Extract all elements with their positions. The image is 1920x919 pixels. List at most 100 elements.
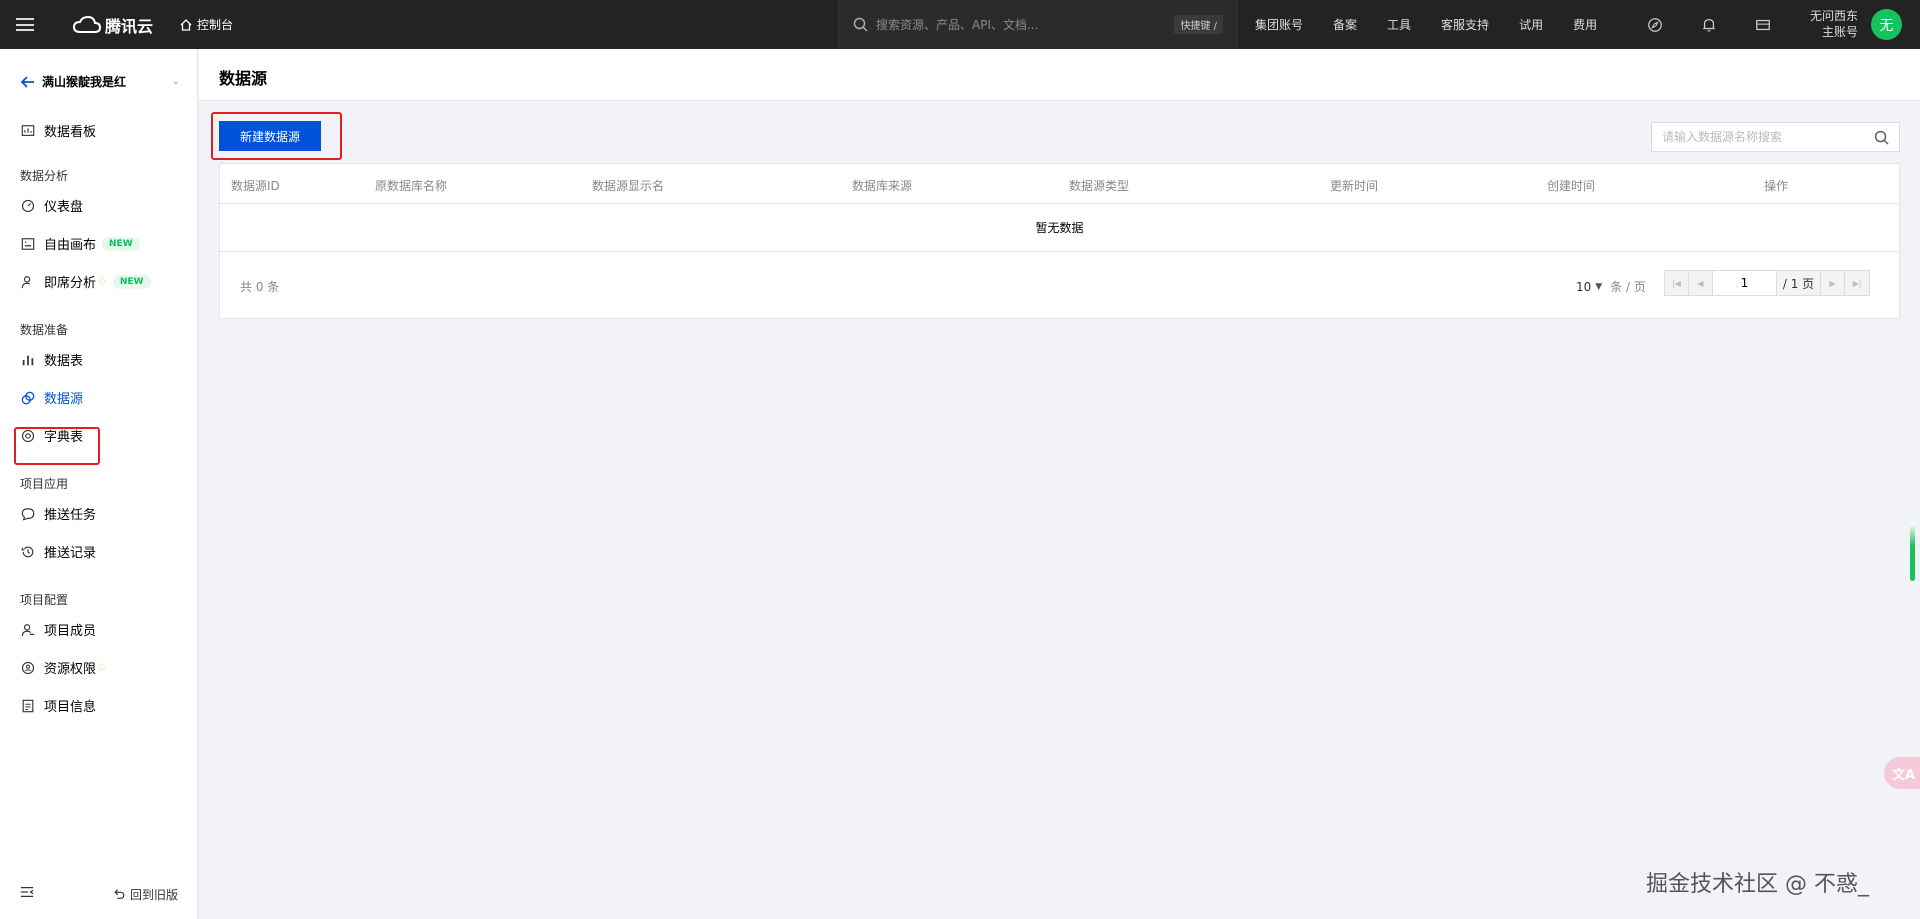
document-icon	[20, 698, 36, 714]
translate-float-button[interactable]: 文A	[1884, 757, 1920, 789]
col-type: 数据源类型	[1069, 179, 1130, 193]
user-name: 无问西东	[1809, 9, 1858, 23]
compass-icon[interactable]	[1646, 16, 1664, 34]
diamond-icon: ♢	[97, 661, 107, 674]
history-icon	[20, 544, 36, 560]
board-icon	[20, 123, 36, 139]
last-page-icon[interactable]: ▶|	[1845, 271, 1869, 295]
shortcut-badge: 快捷键 /	[1174, 15, 1223, 34]
col-id: 数据源ID	[231, 179, 280, 193]
total-count: 共 0 条	[240, 280, 280, 294]
avatar[interactable]: 无	[1871, 9, 1902, 40]
sidebar-item-push-task[interactable]: 推送任务	[20, 504, 96, 523]
group-analysis: 数据分析	[20, 169, 69, 183]
sidebar-item-dict[interactable]: 字典表	[20, 426, 83, 445]
link-trial[interactable]: 试用	[1519, 16, 1543, 33]
home-icon	[180, 18, 192, 31]
back-old-label: 回到旧版	[129, 887, 178, 902]
dictionary-icon	[20, 428, 36, 444]
col-created: 创建时间	[1547, 179, 1596, 193]
user-role: 主账号	[1821, 25, 1858, 39]
sidebar-item-info[interactable]: 项目信息	[20, 696, 96, 715]
table-header: 数据源ID 原数据库名称 数据源显示名 数据库来源 数据源类型 更新时间 创建时…	[220, 164, 1899, 204]
diamond-icon: ♢	[97, 275, 107, 288]
total-pages: / 1 页	[1777, 271, 1821, 295]
pagination: |◀ ◀ / 1 页 ▶ ▶|	[1664, 270, 1870, 296]
sidebar-item-label: 数据源	[44, 392, 84, 407]
collapse-icon[interactable]	[20, 885, 34, 903]
link-filing[interactable]: 备案	[1333, 16, 1357, 33]
page-title: 数据源	[219, 69, 268, 88]
member-icon	[20, 622, 36, 638]
datasource-search-input[interactable]	[1662, 130, 1874, 144]
sidebar-item-members[interactable]: 项目成员	[20, 620, 96, 639]
page-size-value: 10	[1576, 279, 1592, 294]
sidebar-item-adhoc[interactable]: 即席分析 ♢ NEW	[20, 272, 151, 291]
new-badge: NEW	[112, 274, 151, 289]
scroll-indicator[interactable]	[1910, 523, 1915, 581]
project-selector[interactable]: 满山猴靛我是红 ⌄	[20, 73, 180, 90]
sidebar-footer: 回到旧版	[0, 869, 198, 919]
sidebar-item-datasource[interactable]: 数据源	[20, 388, 83, 407]
first-page-icon[interactable]: |◀	[1665, 271, 1689, 295]
global-search-placeholder: 搜索资源、产品、API、文档...	[876, 18, 1039, 32]
sidebar-item-label: 推送任务	[44, 508, 97, 523]
sidebar-item-label: 推送记录	[44, 546, 97, 561]
user-analysis-icon	[20, 274, 36, 290]
page-number-input[interactable]	[1713, 271, 1777, 295]
sidebar-item-push-log[interactable]: 推送记录	[20, 542, 96, 561]
sidebar-item-instrument[interactable]: 仪表盘	[20, 196, 83, 215]
sidebar-item-tables[interactable]: 数据表	[20, 350, 83, 369]
sidebar-item-label: 数据表	[44, 354, 84, 369]
global-search[interactable]: 搜索资源、产品、API、文档... 快捷键 /	[838, 0, 1238, 49]
sidebar-item-label: 即席分析	[44, 276, 97, 291]
top-icons	[1646, 0, 1808, 49]
menu-button[interactable]	[0, 0, 49, 49]
user-info[interactable]: 无问西东 主账号	[1794, 8, 1858, 40]
search-icon[interactable]	[1874, 130, 1889, 145]
page-size-select[interactable]: 10 ▼ 条 / 页	[1576, 278, 1646, 295]
datasource-search[interactable]	[1651, 122, 1900, 152]
console-label: 控制台	[197, 18, 234, 32]
next-page-icon[interactable]: ▶	[1821, 271, 1845, 295]
datasource-icon	[20, 390, 36, 406]
sidebar-item-label: 资源权限	[44, 662, 97, 677]
bar-chart-icon	[20, 352, 36, 368]
prev-page-icon[interactable]: ◀	[1689, 271, 1713, 295]
sidebar-item-label: 项目信息	[44, 700, 97, 715]
col-actions: 操作	[1764, 179, 1789, 193]
new-datasource-button[interactable]: 新建数据源	[219, 121, 321, 151]
tencent-cloud-logo[interactable]: 腾讯云	[73, 13, 153, 37]
sidebar: 满山猴靛我是红 ⌄ 数据看板 数据分析 仪表盘 自由画布 NEW 即席分析 ♢ …	[0, 49, 198, 919]
sidebar-item-label: 数据看板	[44, 125, 97, 140]
sidebar-item-permissions[interactable]: 资源权限 ♢	[20, 658, 107, 677]
link-group-account[interactable]: 集团账号	[1255, 16, 1303, 33]
datasource-table: 数据源ID 原数据库名称 数据源显示名 数据库来源 数据源类型 更新时间 创建时…	[219, 163, 1900, 319]
ticket-icon[interactable]	[1754, 16, 1772, 34]
project-name: 满山猴靛我是红	[42, 75, 127, 89]
sidebar-item-label: 自由画布	[44, 238, 97, 253]
cloud-logo-icon	[73, 15, 101, 33]
bell-icon[interactable]	[1700, 16, 1718, 34]
page-size-unit: 条 / 页	[1610, 280, 1646, 294]
link-support[interactable]: 客服支持	[1441, 16, 1489, 33]
page-header: 数据源	[199, 49, 1920, 101]
translate-icon: 文A	[1892, 767, 1916, 783]
undo-icon	[114, 889, 125, 899]
sidebar-item-canvas[interactable]: 自由画布 NEW	[20, 234, 140, 253]
canvas-icon	[20, 236, 36, 252]
back-to-old-version[interactable]: 回到旧版	[113, 886, 178, 903]
col-db-source: 数据库来源	[852, 179, 913, 193]
permission-icon	[20, 660, 36, 676]
console-link[interactable]: 控制台	[179, 16, 233, 33]
link-billing[interactable]: 费用	[1573, 16, 1597, 33]
group-app: 项目应用	[20, 477, 69, 491]
arrow-left-icon[interactable]	[20, 74, 36, 90]
search-icon	[853, 17, 868, 32]
sidebar-item-dashboard[interactable]: 数据看板	[20, 121, 96, 140]
link-tools[interactable]: 工具	[1387, 16, 1411, 33]
message-icon	[20, 506, 36, 522]
sidebar-item-label: 项目成员	[44, 624, 97, 639]
top-bar: 腾讯云 控制台 搜索资源、产品、API、文档... 快捷键 / 集团账号 备案 …	[0, 0, 1920, 49]
watermark: 掘金技术社区 @ 不惑_	[1646, 872, 1869, 897]
